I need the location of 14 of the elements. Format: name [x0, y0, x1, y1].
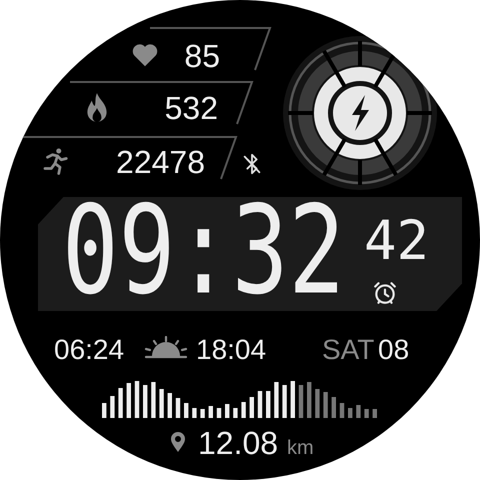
seconds-text: 42	[364, 214, 430, 268]
sunrise-icon	[144, 336, 188, 360]
metric-value: 85	[184, 38, 220, 74]
sunrise-time: 06:24	[54, 334, 124, 366]
distance-value: 12.08	[198, 425, 278, 461]
sunset-time: 18:04	[196, 334, 266, 366]
metric-value: 532	[164, 90, 218, 126]
day-text: 08	[378, 334, 410, 366]
time-text: 09:32	[62, 200, 345, 304]
battery-ring-icon	[280, 33, 440, 193]
location-pin-icon	[170, 431, 186, 453]
distance-unit: km	[287, 437, 314, 459]
metric-value: 22478	[116, 144, 205, 180]
weekday-text: SAT	[322, 334, 374, 366]
